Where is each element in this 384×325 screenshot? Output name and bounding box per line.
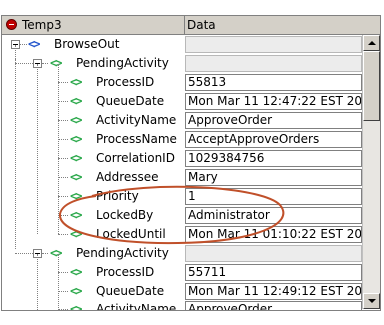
xml-element-icon: <> bbox=[70, 189, 82, 203]
tree-row-lockeduntil[interactable]: <> LockedUntil Mon Mar 11 01:10:22 EST 2… bbox=[2, 225, 362, 244]
tree-node-label: Addressee bbox=[96, 170, 159, 184]
tree-connector bbox=[15, 59, 16, 249]
tree-node-label: PendingActivity bbox=[76, 246, 169, 260]
tree-row-activityname[interactable]: <> ActivityName ApproveOrder bbox=[2, 300, 362, 310]
tree-connector bbox=[58, 254, 59, 310]
collapse-icon[interactable] bbox=[6, 19, 17, 30]
data-column-title: Data bbox=[187, 18, 216, 32]
xml-element-icon: <> bbox=[70, 227, 82, 241]
tree-node-label: ActivityName bbox=[96, 113, 177, 127]
tree-connector bbox=[37, 64, 38, 234]
tree-node-label: LockedBy bbox=[96, 208, 154, 222]
tree-column-header[interactable]: Temp3 bbox=[2, 16, 185, 34]
tree-node-label: ProcessID bbox=[96, 265, 155, 279]
xml-element-icon: <> bbox=[70, 302, 82, 310]
xml-element-icon: <> bbox=[70, 151, 82, 165]
data-cell[interactable]: AcceptApproveOrders bbox=[185, 131, 362, 148]
tree-connector bbox=[15, 253, 33, 254]
tree-node-label: BrowseOut bbox=[54, 37, 120, 51]
tree-node-label: LockedUntil bbox=[96, 227, 166, 241]
data-cell[interactable]: Mon Mar 11 12:47:22 EST 2002 bbox=[185, 93, 362, 110]
xml-element-icon: <> bbox=[28, 37, 40, 51]
data-cell[interactable]: 55813 bbox=[185, 74, 362, 91]
tree-node-label: QueueDate bbox=[96, 284, 165, 298]
data-column-header[interactable]: Data bbox=[185, 16, 382, 34]
tree-row-processid[interactable]: <> ProcessID 55711 bbox=[2, 263, 362, 282]
xml-element-icon: <> bbox=[70, 113, 82, 127]
tree-node-label: ActivityName bbox=[96, 302, 177, 310]
tree-row-browseout[interactable]: <> BrowseOut bbox=[2, 35, 362, 54]
tree-node-label: PendingActivity bbox=[76, 56, 169, 70]
xml-element-icon: <> bbox=[70, 132, 82, 146]
data-cell[interactable]: 1029384756 bbox=[185, 150, 362, 167]
tree-row-addressee[interactable]: <> Addressee Mary bbox=[2, 168, 362, 187]
tree-node-label: ProcessID bbox=[96, 75, 155, 89]
xml-element-icon: <> bbox=[70, 94, 82, 108]
tree-row-processid[interactable]: <> ProcessID 55813 bbox=[2, 73, 362, 92]
tree-row-pendingactivity[interactable]: <> PendingActivity bbox=[2, 244, 362, 263]
xml-element-icon: <> bbox=[70, 284, 82, 298]
tree-row-pendingactivity[interactable]: <> PendingActivity bbox=[2, 54, 362, 73]
scroll-up-arrow-icon[interactable] bbox=[363, 35, 380, 51]
xml-element-icon: <> bbox=[50, 56, 62, 70]
scroll-down-arrow-icon[interactable] bbox=[363, 293, 380, 309]
scroll-thumb[interactable] bbox=[363, 51, 380, 121]
tree-connector bbox=[37, 254, 38, 310]
xml-element-icon: <> bbox=[70, 208, 82, 222]
data-cell[interactable]: ApproveOrder bbox=[185, 301, 362, 310]
data-cell bbox=[185, 36, 362, 53]
tree-node-label: QueueDate bbox=[96, 94, 165, 108]
tree-row-activityname[interactable]: <> ActivityName ApproveOrder bbox=[2, 111, 362, 130]
tree-row-correlationid[interactable]: <> CorrelationID 1029384756 bbox=[2, 149, 362, 168]
data-cell[interactable]: 55711 bbox=[185, 264, 362, 281]
data-cell[interactable]: Mon Mar 11 12:49:12 EST 2002 bbox=[185, 283, 362, 300]
tree-connector bbox=[15, 45, 16, 59]
tree-column-title: Temp3 bbox=[22, 18, 62, 32]
data-cell[interactable]: ApproveOrder bbox=[185, 112, 362, 129]
data-cell bbox=[185, 245, 362, 262]
tree-row-lockedby[interactable]: <> LockedBy Administrator bbox=[2, 206, 362, 225]
column-header: Temp3 Data bbox=[2, 16, 380, 35]
xml-element-icon: <> bbox=[70, 170, 82, 184]
tree-node-label: CorrelationID bbox=[96, 151, 175, 165]
data-cell[interactable]: Administrator bbox=[185, 207, 362, 224]
tree-connector bbox=[15, 63, 33, 64]
data-cell[interactable]: Mon Mar 11 01:10:22 EST 2002 bbox=[185, 226, 362, 243]
tree-node-label: ProcessName bbox=[96, 132, 177, 146]
tree-connector bbox=[58, 64, 59, 234]
data-cell[interactable]: 1 bbox=[185, 188, 362, 205]
data-cell[interactable]: Mary bbox=[185, 169, 362, 186]
tree-row-priority[interactable]: <> Priority 1 bbox=[2, 187, 362, 206]
tree-row-queuedate[interactable]: <> QueueDate Mon Mar 11 12:49:12 EST 200… bbox=[2, 282, 362, 301]
tree-row-queuedate[interactable]: <> QueueDate Mon Mar 11 12:47:22 EST 200… bbox=[2, 92, 362, 111]
xml-element-icon: <> bbox=[50, 246, 62, 260]
tree-row-processname[interactable]: <> ProcessName AcceptApproveOrders bbox=[2, 130, 362, 149]
tree-node-label: Priority bbox=[96, 189, 139, 203]
xml-element-icon: <> bbox=[70, 265, 82, 279]
vertical-scrollbar[interactable] bbox=[362, 35, 380, 309]
data-cell bbox=[185, 55, 362, 72]
xml-element-icon: <> bbox=[70, 75, 82, 89]
